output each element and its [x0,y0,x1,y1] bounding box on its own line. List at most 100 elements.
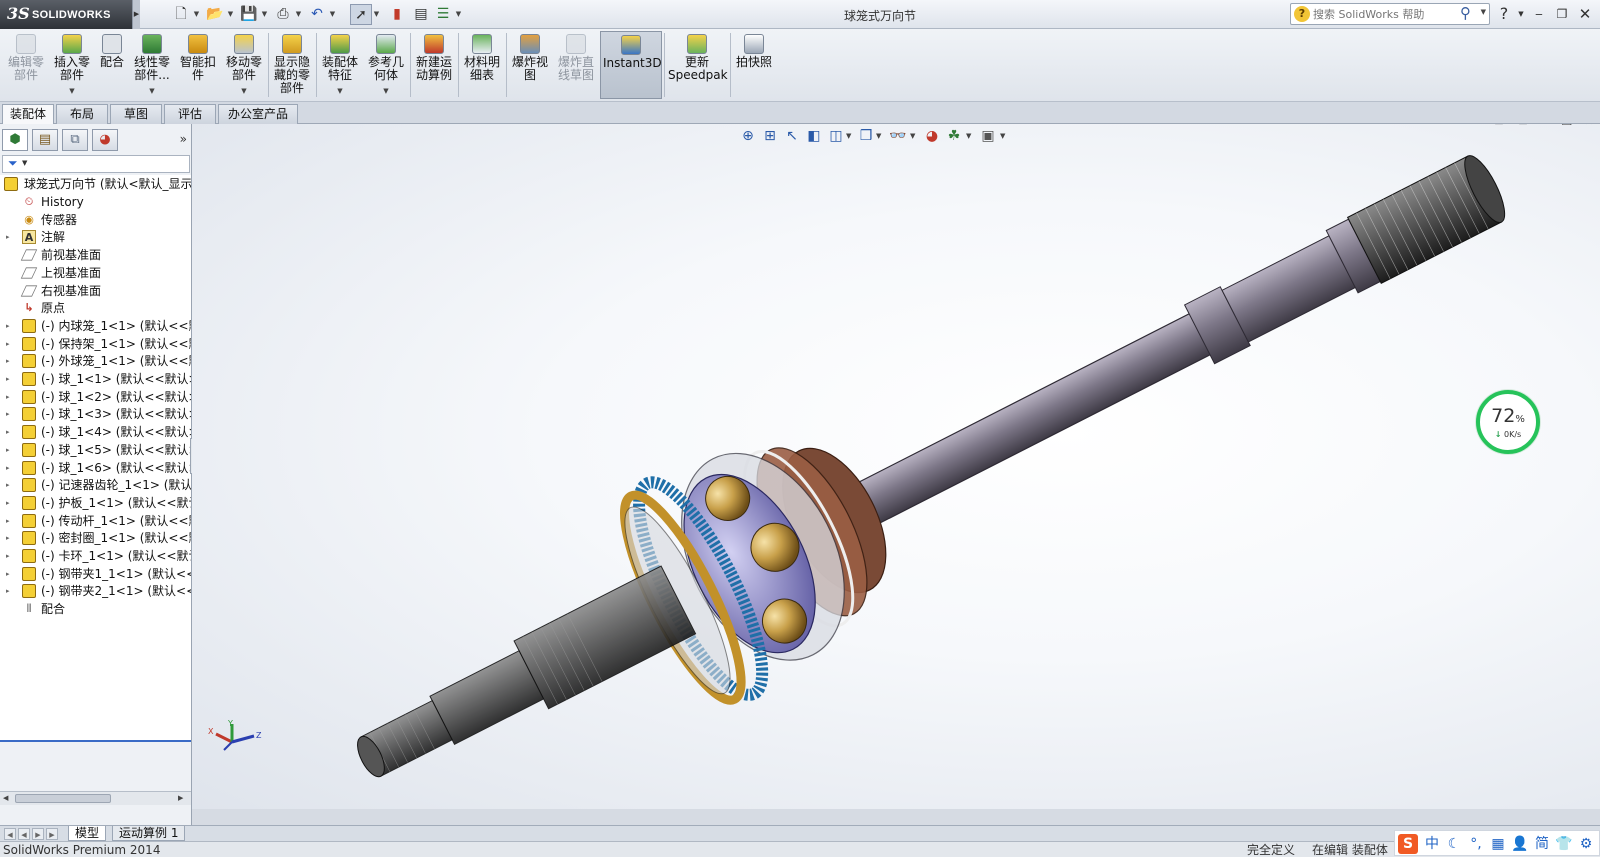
expand-arrow-icon[interactable]: ▸ [6,459,10,477]
featuremanager-tab-icon[interactable]: ⬢ [2,129,28,151]
cv-joint-model[interactable] [192,124,1600,809]
next-tab-icon[interactable]: ▶ [32,828,44,840]
hide-show-dropdown-icon[interactable]: ▼ [910,132,917,140]
scroll-right-icon[interactable]: ▶ [178,792,183,805]
view-settings-icon[interactable]: ▣ [978,126,998,146]
tree-filter[interactable]: ⏷ ▼ [2,155,190,173]
apply-scene-icon[interactable]: ☘ [944,126,964,146]
expand-arrow-icon[interactable]: ▸ [6,476,10,494]
tree-item[interactable]: ↳ 原点 [0,299,191,317]
mate-button[interactable]: 配合 [96,31,128,99]
view-orientation-icon[interactable]: ❒ [856,126,876,146]
tree-item[interactable]: ▸ (-) 钢带夹1_1<1> (默认<<默 [0,565,191,583]
assembly-features-dropdown-icon[interactable]: ▼ [318,85,362,98]
ime-punctuation-icon[interactable]: °, [1466,834,1486,854]
tab-sketch[interactable]: 草图 [110,104,162,124]
open-dropdown-icon[interactable]: ▼ [226,4,235,25]
open-icon[interactable]: 📂 [204,4,226,25]
apply-scene-dropdown-icon[interactable]: ▼ [966,132,973,140]
display-style-dropdown-icon[interactable]: ▼ [876,132,883,140]
dynamic-annotation-view-icon[interactable]: ◫ [826,126,846,146]
tree-item[interactable]: ⏲ History [0,193,191,211]
exploded-view-button[interactable]: 爆炸视图 [508,31,552,99]
options-dropdown-icon[interactable]: ▼ [454,4,463,25]
expand-arrow-icon[interactable]: ▸ [6,228,10,246]
graphics-area[interactable]: ⊕ ⊞ ↖ ◧ ◫ ▼ ❒ ▼ 👓 ▼ ◕ ☘ ▼ ▣ ▼ ◫ ◧ ‒ ❐ ✕ … [192,124,1600,809]
propertymanager-tab-icon[interactable]: ▤ [32,129,58,151]
scroll-left-icon[interactable]: ◀ [3,792,8,805]
tree-item[interactable]: ▸ (-) 护板_1<1> (默认<<默认 [0,494,191,512]
tree-item[interactable]: ▸ (-) 球_1<4> (默认<<默认>_ [0,423,191,441]
linear-pattern-dropdown-icon[interactable]: ▼ [130,85,174,98]
select-icon[interactable]: ➚ [350,4,372,25]
ime-settings-icon[interactable]: ⚙ [1576,834,1596,854]
tree-item[interactable]: 前视基准面 [0,246,191,264]
tree-item[interactable]: ▸ A 注解 [0,228,191,246]
options-icon[interactable]: ☰ [432,4,454,25]
expand-arrow-icon[interactable]: ▸ [6,405,10,423]
split-view-icon[interactable]: ◫ [1490,124,1508,130]
tree-item[interactable]: ▸ (-) 卡环_1<1> (默认<<默认 [0,547,191,565]
move-component-button[interactable]: 移动零部件 ▼ [222,31,266,99]
save-dropdown-icon[interactable]: ▼ [260,4,269,25]
expand-arrow-icon[interactable]: ▸ [6,423,10,441]
ime-keyboard-icon[interactable]: ▦ [1488,834,1508,854]
last-tab-icon[interactable]: ▶ [46,828,58,840]
move-component-dropdown-icon[interactable]: ▼ [222,85,266,98]
expand-arrow-icon[interactable]: ▸ [6,582,10,600]
undo-icon[interactable]: ↶ [306,4,328,25]
new-motion-study-button[interactable]: 新建运动算例 [412,31,456,99]
expand-arrow-icon[interactable]: ▸ [6,547,10,565]
help-search-input[interactable] [1313,6,1453,22]
expand-arrow-icon[interactable]: ▸ [6,335,10,353]
menu-expand-arrow-icon[interactable]: ▶ [132,0,140,29]
tab-assembly[interactable]: 装配体 [2,104,54,125]
expand-arrow-icon[interactable]: ▸ [6,441,10,459]
print-dropdown-icon[interactable]: ▼ [294,4,303,25]
view-settings-dropdown-icon[interactable]: ▼ [1000,132,1007,140]
ime-user-icon[interactable]: 👤 [1510,834,1530,854]
display-manager-tab-icon[interactable]: ◕ [92,129,118,151]
tree-item[interactable]: ▸ (-) 球_1<6> (默认<<默认>_ [0,459,191,477]
expand-arrow-icon[interactable]: ▸ [6,388,10,406]
expand-arrow-icon[interactable]: ▸ [6,352,10,370]
tree-item[interactable]: ▸ (-) 球_1<3> (默认<<默认>_ [0,405,191,423]
tree-item[interactable]: ▸ (-) 密封圈_1<1> (默认<<默 [0,529,191,547]
edit-appearance-icon[interactable]: ◕ [922,126,942,146]
expand-arrow-icon[interactable]: ▸ [6,565,10,583]
configurationmanager-tab-icon[interactable]: ⧉ [62,129,88,151]
assembly-features-button[interactable]: 装配体特征 ▼ [318,31,362,99]
tree-item[interactable]: ▸ (-) 外球笼_1<1> (默认<<默 [0,352,191,370]
doc-close-icon[interactable]: ✕ [1580,124,1598,130]
scrollbar-thumb[interactable] [15,794,111,803]
reference-geometry-dropdown-icon[interactable]: ▼ [364,85,408,98]
tree-item[interactable]: ◉ 传感器 [0,211,191,229]
file-properties-icon[interactable]: ▤ [410,4,432,25]
expand-arrow-icon[interactable]: ▸ [6,529,10,547]
help-search-box[interactable]: ? ⚲ ▼ [1290,3,1490,25]
help-icon[interactable]: ? [1495,5,1513,23]
bom-button[interactable]: 材料明细表 [460,31,504,99]
tab-model[interactable]: 模型 [68,826,107,841]
tree-item[interactable]: ▸ (-) 传动杆_1<1> (默认<<默 [0,512,191,530]
new-dropdown-icon[interactable]: ▼ [192,4,201,25]
undo-dropdown-icon[interactable]: ▼ [328,4,337,25]
show-hidden-button[interactable]: 显示隐藏的零部件 [270,31,314,99]
close-icon[interactable]: ✕ [1576,5,1594,23]
tab-office-products[interactable]: 办公室产品 [218,104,298,124]
ime-halfwidth-icon[interactable]: ☾ [1444,834,1464,854]
smart-fasteners-button[interactable]: 智能扣件 [176,31,220,99]
expand-arrow-icon[interactable]: ▸ [6,494,10,512]
ime-skin-icon[interactable]: 👕 [1554,834,1574,854]
view-orientation-dropdown-icon[interactable]: ▼ [846,132,853,140]
tree-item[interactable]: ⫴ 配合 [0,600,191,618]
search-dropdown-icon[interactable]: ▼ [1481,8,1486,16]
previous-view-icon[interactable]: ↖ [782,126,802,146]
expand-arrow-icon[interactable]: ▸ [6,317,10,335]
expand-arrow-icon[interactable]: ▸ [6,370,10,388]
instant3d-button[interactable]: Instant3D [600,31,662,99]
tree-item[interactable]: 右视基准面 [0,282,191,300]
search-icon[interactable]: ⚲ [1460,4,1471,22]
zoom-to-fit-icon[interactable]: ⊕ [738,126,758,146]
zoom-to-area-icon[interactable]: ⊞ [760,126,780,146]
